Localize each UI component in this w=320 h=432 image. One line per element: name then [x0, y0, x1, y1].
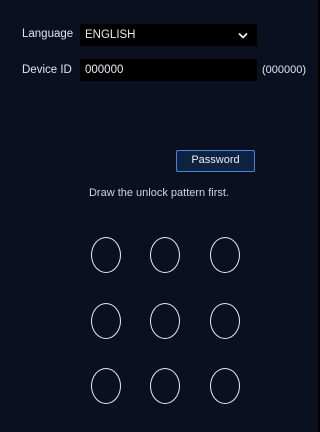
pattern-dot[interactable] — [91, 368, 121, 404]
pattern-dot[interactable] — [150, 237, 180, 273]
language-label: Language — [22, 28, 74, 40]
language-select[interactable]: ENGLISH — [80, 24, 257, 46]
language-value: ENGLISH — [85, 29, 136, 41]
pattern-dot[interactable] — [91, 303, 121, 339]
pattern-dot[interactable] — [210, 303, 240, 339]
device-id-field[interactable]: 000000 — [80, 59, 257, 81]
chevron-down-icon — [237, 28, 249, 40]
password-button[interactable]: Password — [176, 150, 255, 172]
device-id-label: Device ID — [22, 64, 72, 76]
device-id-value: 000000 — [85, 64, 124, 76]
pattern-dot[interactable] — [150, 303, 180, 339]
pattern-dot[interactable] — [91, 237, 121, 273]
pattern-dot[interactable] — [210, 237, 240, 273]
pattern-dot[interactable] — [210, 368, 240, 404]
pattern-instruction: Draw the unlock pattern first. — [88, 187, 229, 199]
unlock-screen: Language ENGLISH Device ID 000000 (00000… — [0, 0, 318, 432]
device-id-hint: (000000) — [262, 64, 307, 76]
pattern-dot[interactable] — [150, 368, 180, 404]
